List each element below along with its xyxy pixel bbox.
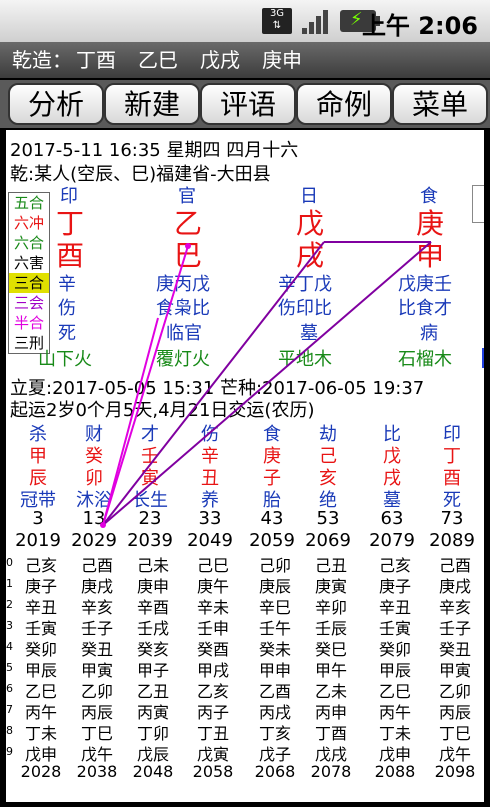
menu-button[interactable]: 菜单 [392, 83, 488, 125]
pillar-hour-hidden-gods: 比食才 [398, 298, 452, 319]
dayun-year: 2039 [127, 530, 173, 551]
title-pillar-year: 丁酉 [76, 48, 116, 72]
pillar-day-nayin: 平地木 [278, 349, 332, 370]
title-pillar-hour: 庚申 [262, 48, 302, 72]
examples-button[interactable]: 命例 [296, 83, 392, 125]
pillar-month-hidden: 庚丙戊 [156, 274, 210, 295]
signal-strength-icon [302, 10, 328, 34]
status-bar: 3G ⇅ ⚡ 上午 2:06 [0, 0, 490, 42]
liunian-end-year: 2078 [310, 762, 352, 781]
chart-title-bar: 乾造： 丁酉 乙巳 戊戌 庚申 [0, 42, 490, 78]
luck-start-info: 起运2岁0个月5天,4月21日交运(农历) [10, 400, 315, 421]
pillar-year-hidden: 辛 [58, 274, 76, 295]
pillar-day-hidden-gods: 伤印比 [278, 298, 332, 319]
pillar-year-stage: 死 [58, 323, 76, 344]
dayun-age: 43 [260, 508, 284, 529]
liunian-end-year: 2038 [76, 762, 118, 781]
legend-sanhui: 三会 [13, 294, 44, 312]
legend-liuhe: 六合 [13, 234, 44, 252]
chart-content: 2017-5-11 16:35 星期四 四月十六 乾:某人(空辰、巳)福建省-大… [6, 130, 484, 802]
clock: 上午 2:06 [361, 12, 478, 40]
pillar-month-nayin: 覆灯火 [156, 349, 210, 370]
legend-liuhai: 六害 [13, 254, 44, 272]
pillar-hour-hidden: 戊庚壬 [398, 274, 452, 295]
dayun-age: 23 [138, 508, 162, 529]
pillar-day-hidden: 辛丁戊 [278, 274, 332, 295]
toolbar: 分析 新建 评语 命例 菜单 [0, 80, 490, 128]
network-3g-icon: 3G ⇅ [262, 8, 292, 34]
liunian-end-year: 2028 [20, 762, 62, 781]
pillar-year-hidden-gods: 伤 [58, 298, 76, 319]
analyze-button[interactable]: 分析 [8, 83, 104, 125]
comment-button[interactable]: 评语 [200, 83, 296, 125]
relation-legend: 五合 六冲 六合 六害 三合 三会 半合 三刑 [8, 192, 50, 354]
dayun-year: 2089 [429, 530, 475, 551]
legend-liuchong: 六冲 [13, 214, 44, 232]
dayun-year: 2069 [305, 530, 351, 551]
pillar-year-branch: 酉 [56, 239, 85, 272]
title-pillar-month: 乙巳 [138, 48, 178, 72]
pillar-day-branch: 戌 [296, 239, 325, 272]
legend-banhe: 半合 [13, 314, 44, 332]
legend-sanhe: 三合 [9, 273, 49, 293]
dayun-age: 33 [198, 508, 222, 529]
pillar-month-stage: 临官 [166, 323, 202, 344]
liunian-end-year: 2058 [192, 762, 234, 781]
dayun-age: 73 [440, 508, 464, 529]
liunian-end-year: 2088 [374, 762, 416, 781]
dayun-year: 2029 [71, 530, 117, 551]
birth-datetime: 2017-5-11 16:35 星期四 四月十六 [10, 140, 299, 161]
liunian-end-year: 2068 [254, 762, 296, 781]
pillar-hour-nayin: 石榴木 [398, 349, 452, 370]
title-label: 乾造： [12, 48, 72, 72]
scroll-indicator[interactable] [482, 348, 484, 368]
dayun-age: 3 [32, 508, 44, 529]
pillar-month-hidden-gods: 食枭比 [156, 298, 210, 319]
liunian-end-year: 2098 [434, 762, 476, 781]
pillar-year-nayin: 山下火 [38, 349, 92, 370]
dayun-age: 63 [380, 508, 404, 529]
person-info: 乾:某人(空辰、巳)福建省-大田县 [10, 164, 271, 185]
network-label: 3G [269, 8, 285, 19]
title-pillar-day: 戊戌 [200, 48, 240, 72]
pillar-hour-stage: 病 [420, 323, 438, 344]
liunian-end-year: 2048 [132, 762, 174, 781]
dayun-year: 2079 [369, 530, 415, 551]
pillar-hour-branch: 申 [416, 239, 445, 272]
dayun-year: 2019 [15, 530, 61, 551]
pillar-day-stage: 墓 [300, 323, 318, 344]
dayun-age: 53 [316, 508, 340, 529]
dayun-age: 13 [82, 508, 106, 529]
dayun-year: 2059 [249, 530, 295, 551]
dayun-year: 2049 [187, 530, 233, 551]
legend-wuhe: 五合 [13, 194, 44, 212]
pillar-month-branch: 巳 [174, 239, 203, 272]
new-button[interactable]: 新建 [104, 83, 200, 125]
side-tab-handle[interactable] [472, 185, 484, 223]
